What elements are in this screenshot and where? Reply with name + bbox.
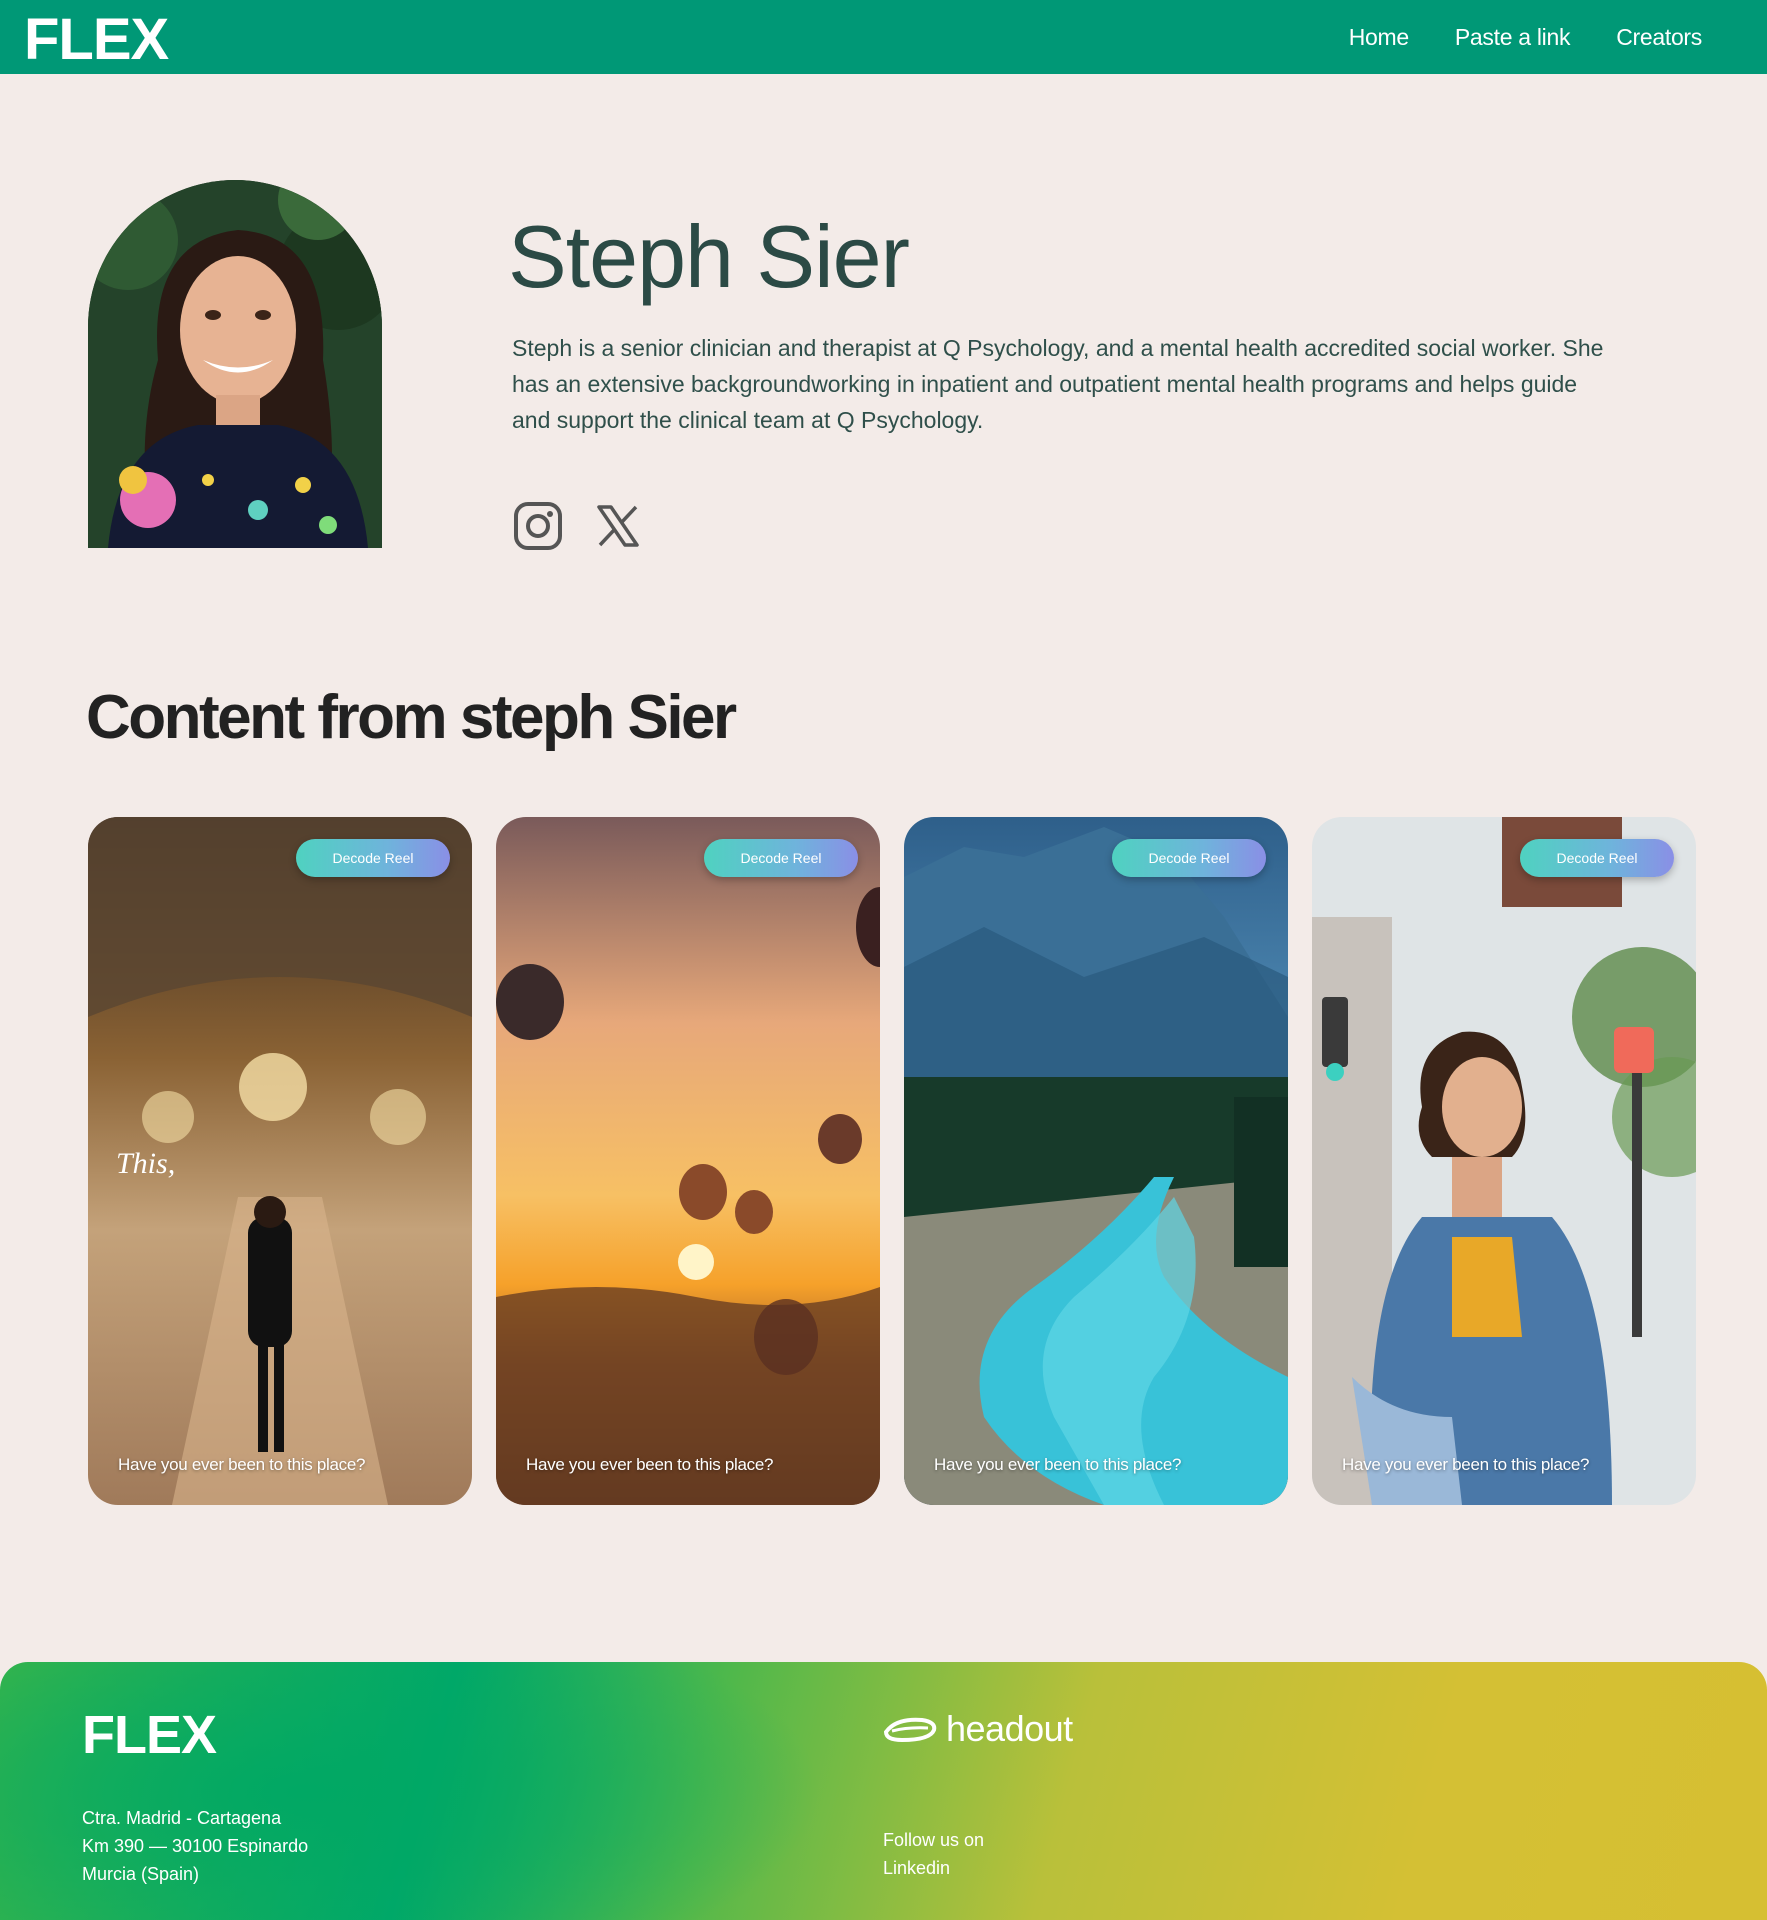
- site-footer: FLEX Ctra. Madrid - Cartagena Km 390 — 3…: [0, 1662, 1767, 1920]
- nav-creators-link[interactable]: Creators: [1616, 24, 1702, 51]
- reel-card[interactable]: This, Decode Reel Have you ever been to …: [88, 817, 472, 1505]
- reel-thumbnail: [496, 817, 880, 1505]
- nav-paste-link[interactable]: Paste a link: [1455, 24, 1571, 51]
- reel-card-list: This, Decode Reel Have you ever been to …: [88, 817, 1696, 1505]
- reel-caption: Have you ever been to this place?: [1342, 1455, 1590, 1474]
- footer-follow: Follow us on Linkedin: [883, 1826, 984, 1882]
- main-nav: Home Paste a link Creators: [1349, 24, 1703, 51]
- reel-card[interactable]: Decode Reel Have you ever been to this p…: [1312, 817, 1696, 1505]
- reel-card[interactable]: Decode Reel Have you ever been to this p…: [904, 817, 1288, 1505]
- headout-wordmark: headout: [946, 1708, 1073, 1749]
- creator-avatar: [88, 180, 382, 548]
- address-line: Ctra. Madrid - Cartagena: [82, 1808, 282, 1828]
- social-links: [512, 500, 644, 552]
- reel-thumbnail: [904, 817, 1288, 1505]
- address-line: Km 390 — 30100 Espinardo: [82, 1836, 309, 1856]
- headout-icon: [883, 1717, 937, 1743]
- reel-thumbnail: [1312, 817, 1696, 1505]
- content-section-title: Content from steph Sier: [86, 683, 737, 752]
- decode-reel-button[interactable]: Decode Reel: [1520, 839, 1674, 877]
- linkedin-link[interactable]: Linkedin: [883, 1854, 984, 1882]
- nav-home-link[interactable]: Home: [1349, 24, 1409, 51]
- decode-reel-button[interactable]: Decode Reel: [1112, 839, 1266, 877]
- footer-address: Ctra. Madrid - Cartagena Km 390 — 30100 …: [82, 1804, 308, 1888]
- address-line: Murcia (Spain): [82, 1864, 200, 1884]
- creator-name: Steph Sier: [508, 207, 910, 306]
- x-icon[interactable]: [592, 500, 644, 552]
- reel-overlay-text: This,: [116, 1147, 176, 1180]
- reel-caption: Have you ever been to this place?: [526, 1455, 774, 1474]
- decode-reel-button[interactable]: Decode Reel: [296, 839, 450, 877]
- reel-caption: Have you ever been to this place?: [934, 1455, 1182, 1474]
- decode-reel-button[interactable]: Decode Reel: [704, 839, 858, 877]
- creator-bio: Steph is a senior clinician and therapis…: [512, 335, 1604, 433]
- instagram-icon[interactable]: [512, 500, 564, 552]
- flex-logo[interactable]: FLEX: [24, 6, 169, 73]
- reel-caption: Have you ever been to this place?: [118, 1455, 366, 1474]
- reel-card[interactable]: Decode Reel Have you ever been to this p…: [496, 817, 880, 1505]
- follow-label: Follow us on: [883, 1830, 985, 1850]
- page: FLEX Home Paste a link Creators Steph Si…: [0, 0, 1767, 1920]
- footer-flex-logo[interactable]: FLEX: [82, 1704, 217, 1766]
- headout-logo[interactable]: headout: [882, 1708, 1073, 1750]
- top-nav-bar: FLEX Home Paste a link Creators: [0, 0, 1767, 74]
